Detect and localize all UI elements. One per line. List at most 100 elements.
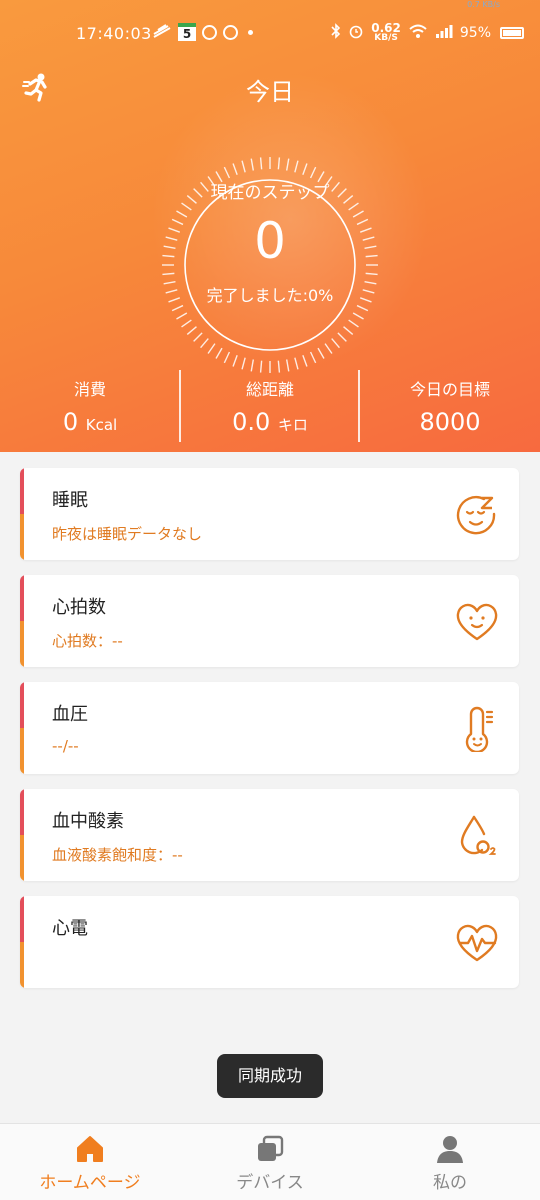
ring-tick xyxy=(181,319,192,328)
ring-tick xyxy=(356,304,369,312)
alarm-icon xyxy=(348,23,364,43)
ring-tick xyxy=(309,166,317,179)
ring-tick xyxy=(250,158,255,171)
ring-tick xyxy=(285,158,290,171)
tab-profile[interactable]: 私の xyxy=(360,1124,540,1200)
card-blood-oxygen[interactable]: 血中酸素 血液酸素飽和度：-- xyxy=(20,789,519,881)
heart-icon xyxy=(454,599,500,645)
shield-icon xyxy=(202,24,217,40)
ring-tick xyxy=(232,354,238,367)
stat-label: 今日の目標 xyxy=(409,380,490,399)
card-stripe xyxy=(20,682,24,774)
ring-tick xyxy=(176,312,188,320)
wifi-icon xyxy=(408,23,428,43)
sleep-icon xyxy=(454,492,500,538)
ring-tick xyxy=(193,332,203,342)
card-subtitle: --/-- xyxy=(52,737,79,755)
card-heart-rate[interactable]: 心拍数 心拍数：-- xyxy=(20,575,519,667)
status-bar: 0.7 KB/s 17:40:03 5 0.62 KB/S 95% xyxy=(0,0,540,68)
ring-tick xyxy=(200,338,209,349)
card-stripe xyxy=(20,468,24,560)
ring-tick xyxy=(365,272,378,276)
stat-divider xyxy=(358,370,360,442)
tab-label: ホームページ xyxy=(39,1173,141,1193)
sync-icon xyxy=(223,24,238,40)
ring-tick xyxy=(277,157,281,170)
card-ecg[interactable]: 心電 xyxy=(20,896,519,988)
card-title: 心拍数 xyxy=(52,597,106,618)
card-title: 血圧 xyxy=(52,704,88,725)
ring-tick xyxy=(324,343,333,354)
status-right-icons: 0.62 KB/S 95% xyxy=(331,22,524,43)
home-icon xyxy=(75,1134,105,1164)
ring-tick xyxy=(343,326,354,335)
notification-dot-icon xyxy=(248,29,253,35)
stats-row: 消費 0 Kcal 総距離 0.0 キロ 今日の目標 8000 xyxy=(0,370,540,445)
ring-tick xyxy=(259,157,263,170)
thermometer-icon xyxy=(454,706,500,754)
stat-goal[interactable]: 今日の目標 8000 xyxy=(360,370,540,445)
tab-devices[interactable]: デバイス xyxy=(180,1124,360,1200)
top-net-speed: 0.7 KB/s xyxy=(467,0,500,9)
card-subtitle: 血液酸素飽和度：-- xyxy=(52,846,183,864)
ring-tick xyxy=(181,202,192,211)
stat-value: 0.0 キロ xyxy=(232,408,308,436)
completion-text: 完了しました:0% xyxy=(206,286,334,305)
card-subtitle: 心拍数：-- xyxy=(52,632,123,650)
ring-tick xyxy=(294,357,299,370)
person-icon xyxy=(435,1134,465,1164)
card-stripe xyxy=(20,789,24,881)
ring-tick xyxy=(348,319,359,328)
ring-tick xyxy=(309,351,317,364)
ring-tick xyxy=(162,272,175,276)
card-stripe xyxy=(20,896,24,988)
stat-value: 8000 xyxy=(419,408,481,436)
devices-icon xyxy=(255,1134,285,1164)
stat-divider xyxy=(179,370,181,442)
ring-tick xyxy=(302,354,308,367)
signal-icon xyxy=(435,24,453,42)
card-sleep[interactable]: 睡眠 昨夜は睡眠データなし xyxy=(20,468,519,560)
calendar-badge-icon: 5 xyxy=(178,23,196,41)
ring-tick xyxy=(352,312,364,320)
battery-percent: 95% xyxy=(459,24,491,41)
ring-tick xyxy=(232,163,238,176)
stat-value: 0 Kcal xyxy=(62,408,118,436)
steps-value: 0 xyxy=(254,212,286,270)
oxygen-drop-icon xyxy=(454,813,500,859)
ring-tick xyxy=(207,343,216,354)
ring-tick xyxy=(241,160,246,173)
stripes-icon xyxy=(152,22,172,42)
battery-icon xyxy=(500,26,524,39)
ring-tick xyxy=(223,351,231,364)
bottom-tab-bar: ホームページ デバイス 私の xyxy=(0,1123,540,1200)
stat-label: 消費 xyxy=(73,380,106,399)
status-left-icons: 5 xyxy=(152,22,253,42)
steps-label: 現在のステップ xyxy=(210,183,330,203)
ring-tick xyxy=(348,202,359,211)
page-title: 今日 xyxy=(246,78,294,106)
card-title: 血中酸素 xyxy=(52,811,124,832)
ecg-heart-icon xyxy=(454,920,500,966)
status-time: 17:40:03 xyxy=(76,24,152,43)
ring-tick xyxy=(337,332,347,342)
tab-label: 私の xyxy=(433,1173,467,1193)
ring-tick xyxy=(215,347,223,359)
card-blood-pressure[interactable]: 血圧 --/-- xyxy=(20,682,519,774)
net-speed: 0.62 KB/S xyxy=(371,21,401,43)
stat-label: 総距離 xyxy=(245,380,294,399)
ring-tick xyxy=(317,347,325,359)
tab-label: デバイス xyxy=(236,1173,304,1193)
card-subtitle: 昨夜は睡眠データなし xyxy=(52,525,203,543)
ring-tick xyxy=(331,338,340,349)
sync-toast: 同期成功 xyxy=(217,1054,323,1098)
tab-home[interactable]: ホームページ xyxy=(0,1124,180,1200)
header: 0.7 KB/s 17:40:03 5 0.62 KB/S 95% 今日 現在の… xyxy=(0,0,540,452)
card-title: 心電 xyxy=(52,918,88,939)
ring-tick xyxy=(294,160,299,173)
ring-tick xyxy=(171,304,184,312)
card-title: 睡眠 xyxy=(52,490,88,511)
stat-distance: 総距離 0.0 キロ xyxy=(180,370,360,445)
steps-ring: 現在のステップ 0 完了しました:0% xyxy=(155,150,385,380)
stat-calories: 消費 0 Kcal xyxy=(0,370,180,445)
